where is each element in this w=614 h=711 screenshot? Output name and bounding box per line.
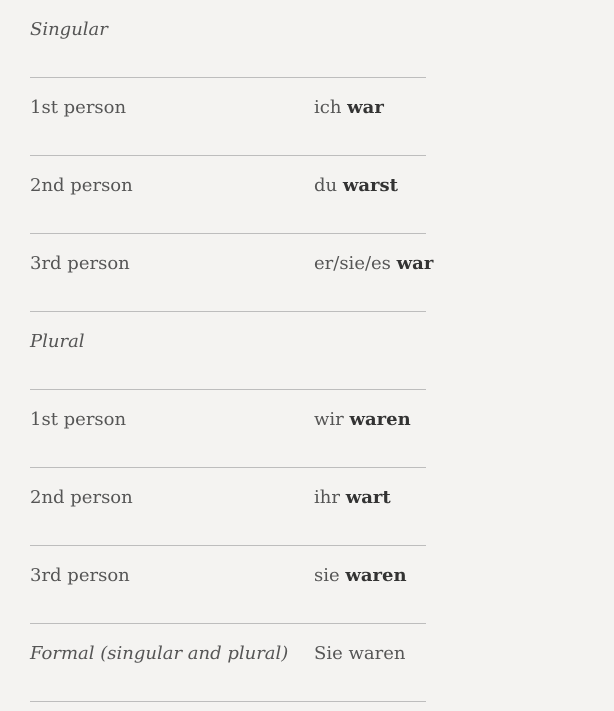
table-row-formal: Formal (singular and plural) Sie waren: [30, 624, 426, 702]
formal-form: Sie waren: [314, 643, 406, 664]
table-row: 2nd person du warst: [30, 156, 426, 234]
conjugated-form: du warst: [314, 174, 398, 198]
section-header-singular: Singular: [30, 0, 426, 78]
pronoun: du: [314, 175, 338, 196]
verb-form: wart: [345, 487, 391, 508]
conjugated-form: sie waren: [314, 564, 407, 588]
formal-label: Formal (singular and plural): [30, 643, 289, 664]
person-label: 3rd person: [30, 565, 130, 586]
pronoun: sie: [314, 565, 340, 586]
pronoun: er/sie/es: [314, 253, 391, 274]
table-row: 1st person wir waren: [30, 390, 426, 468]
person-label: 2nd person: [30, 487, 133, 508]
conjugated-form: wir waren: [314, 408, 411, 432]
verb-form: war: [396, 253, 434, 274]
conjugated-form: ihr wart: [314, 486, 391, 510]
person-label: 2nd person: [30, 175, 133, 196]
section-label: Plural: [30, 331, 85, 352]
verb-form: warst: [342, 175, 398, 196]
verb-form: waren: [345, 565, 407, 586]
conjugation-table: Singular 1st person ich war 2nd person d…: [30, 0, 433, 702]
verb-form: war: [347, 97, 384, 118]
verb-form: waren: [349, 409, 411, 430]
conjugated-form: er/sie/es war: [314, 252, 433, 276]
person-label: 1st person: [30, 409, 127, 430]
pronoun: ihr: [314, 487, 340, 508]
section-header-plural: Plural: [30, 312, 426, 390]
conjugated-form: ich war: [314, 96, 384, 120]
pronoun: ich: [314, 97, 342, 118]
table-row: 1st person ich war: [30, 78, 426, 156]
table-row: 3rd person sie waren: [30, 546, 426, 624]
section-label: Singular: [30, 19, 108, 40]
person-label: 1st person: [30, 97, 127, 118]
pronoun: wir: [314, 409, 344, 430]
person-label: 3rd person: [30, 253, 130, 274]
table-row: 3rd person er/sie/es war: [30, 234, 433, 312]
table-row: 2nd person ihr wart: [30, 468, 426, 546]
